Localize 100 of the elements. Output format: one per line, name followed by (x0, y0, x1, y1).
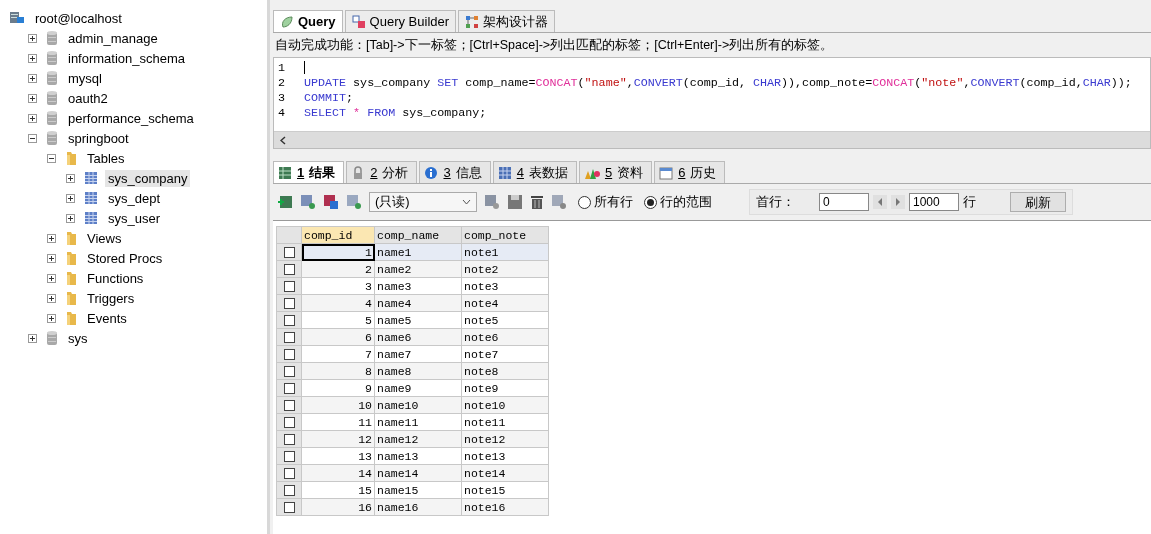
row-checkbox[interactable] (283, 297, 295, 309)
row-checkbox[interactable] (283, 314, 295, 326)
diagram-icon (465, 14, 480, 29)
expand-icon[interactable] (28, 53, 37, 63)
tree-item[interactable]: sys_dept (105, 189, 164, 207)
expand-icon[interactable] (28, 333, 37, 343)
row-checkbox[interactable] (283, 399, 295, 411)
tree-item[interactable]: information_schema (65, 49, 189, 67)
row-checkbox[interactable] (283, 348, 295, 360)
tree-item[interactable]: mysql (65, 69, 105, 87)
database-icon (46, 330, 58, 346)
table-cell: name5 (374, 311, 462, 329)
row-option-radio[interactable]: 行的范围 (644, 193, 712, 211)
row-checkbox[interactable] (283, 433, 295, 445)
trash-icon[interactable] (530, 194, 544, 210)
tree-item[interactable]: performance_schema (65, 109, 197, 127)
collapse-icon[interactable] (47, 153, 56, 163)
result-tab[interactable]: 2 分析 (346, 161, 418, 183)
table-refresh-icon[interactable] (300, 194, 316, 210)
expand-icon[interactable] (47, 313, 56, 323)
table-color-icon[interactable] (323, 194, 339, 210)
row-checkbox[interactable] (283, 365, 295, 377)
line-number: 4 (277, 105, 286, 120)
result-tab[interactable]: 3 信息 (419, 161, 491, 183)
row-checkbox[interactable] (283, 263, 295, 275)
row-checkbox[interactable] (283, 416, 295, 428)
scroll-left-icon[interactable] (280, 135, 286, 145)
tree-item[interactable]: springboot (65, 129, 132, 147)
row-checkbox[interactable] (283, 467, 295, 479)
result-tab[interactable]: 4 表数据 (492, 161, 577, 183)
row-checkbox[interactable] (283, 501, 295, 513)
column-header[interactable]: comp_note (461, 226, 549, 244)
collapse-icon[interactable] (28, 133, 37, 143)
editor-tab[interactable]: Query (273, 10, 343, 32)
expand-icon[interactable] (47, 293, 56, 303)
next-icon[interactable] (891, 195, 905, 209)
expand-icon[interactable] (47, 253, 56, 263)
table-delete-icon[interactable] (551, 194, 567, 210)
table-cell: note11 (461, 413, 549, 431)
expand-icon[interactable] (66, 193, 75, 203)
tree-item[interactable]: Stored Procs (84, 249, 166, 267)
expand-icon[interactable] (47, 273, 56, 283)
tree-item[interactable]: Views (84, 229, 125, 247)
row-option-radio[interactable]: 所有行 (578, 193, 633, 211)
tree-item[interactable]: root@localhost (32, 9, 125, 27)
table-cell: note5 (461, 311, 549, 329)
tree-item[interactable]: Events (84, 309, 130, 327)
expand-icon[interactable] (28, 113, 37, 123)
column-header[interactable]: comp_name (374, 226, 462, 244)
grid-icon (278, 165, 292, 180)
previous-icon[interactable] (873, 195, 887, 209)
chevron-down-icon (462, 199, 471, 205)
expand-icon[interactable] (66, 173, 75, 183)
tree-item[interactable]: sys_company (105, 169, 191, 187)
row-checkbox[interactable] (283, 450, 295, 462)
table-cell: 11 (301, 413, 375, 431)
table-insert-icon[interactable] (484, 194, 500, 210)
row-count-field[interactable]: 1000 (909, 193, 959, 211)
result-tab[interactable]: 6 历史 (654, 161, 726, 183)
first-row-field[interactable]: 0 (819, 193, 869, 211)
row-checkbox[interactable] (283, 246, 295, 258)
folder-icon (65, 270, 77, 286)
row-checkbox[interactable] (283, 484, 295, 496)
table-cell: 13 (301, 447, 375, 465)
horizontal-scrollbar[interactable] (274, 131, 1150, 148)
text-cursor (304, 61, 305, 74)
expand-icon[interactable] (28, 33, 37, 43)
sql-editor[interactable]: 1 2 UPDATE sys_company SET comp_name=CONCAT("name",CONVERT(comp_id, CHAR)),comp_note=CONCAT("note",CONVERT(comp_id,CHAR)); 3 COMMIT; 4 SELECT * FROM sys_company; (273, 57, 1151, 149)
result-tab[interactable]: 1 结果 (273, 161, 345, 183)
editor-tab[interactable]: Query Builder (344, 10, 457, 32)
table-cell: 15 (301, 481, 375, 499)
database-icon (46, 30, 58, 46)
tree-item[interactable]: admin_manage (65, 29, 161, 47)
editor-tab[interactable]: 架构设计器 (458, 10, 556, 32)
rows-label: 行 (963, 193, 976, 211)
tree-item[interactable]: sys (65, 329, 91, 347)
tree-item[interactable]: sys_user (105, 209, 164, 227)
tree-item[interactable]: Tables (84, 149, 128, 167)
row-checkbox[interactable] (283, 280, 295, 292)
refresh-button[interactable]: 刷新 (1010, 192, 1066, 212)
expand-icon[interactable] (28, 73, 37, 83)
table-cell: note13 (461, 447, 549, 465)
leaf-icon (280, 14, 294, 29)
table-add-icon[interactable] (277, 194, 293, 210)
expand-icon[interactable] (28, 93, 37, 103)
first-row-label: 首行： (756, 193, 795, 211)
line-number: 2 (277, 75, 286, 90)
database-icon (46, 110, 58, 126)
expand-icon[interactable] (66, 213, 75, 223)
tree-item[interactable]: Functions (84, 269, 147, 287)
tree-item[interactable]: Triggers (84, 289, 138, 307)
result-tab[interactable]: 5 资料 (578, 161, 653, 183)
expand-icon[interactable] (47, 233, 56, 243)
row-checkbox[interactable] (283, 382, 295, 394)
tree-item[interactable]: oauth2 (65, 89, 111, 107)
folder-icon (65, 310, 77, 326)
row-checkbox[interactable] (283, 331, 295, 343)
mode-dropdown[interactable]: (只读) (369, 192, 477, 212)
column-header[interactable]: comp_id (301, 226, 375, 244)
table-export-icon[interactable] (346, 194, 362, 210)
